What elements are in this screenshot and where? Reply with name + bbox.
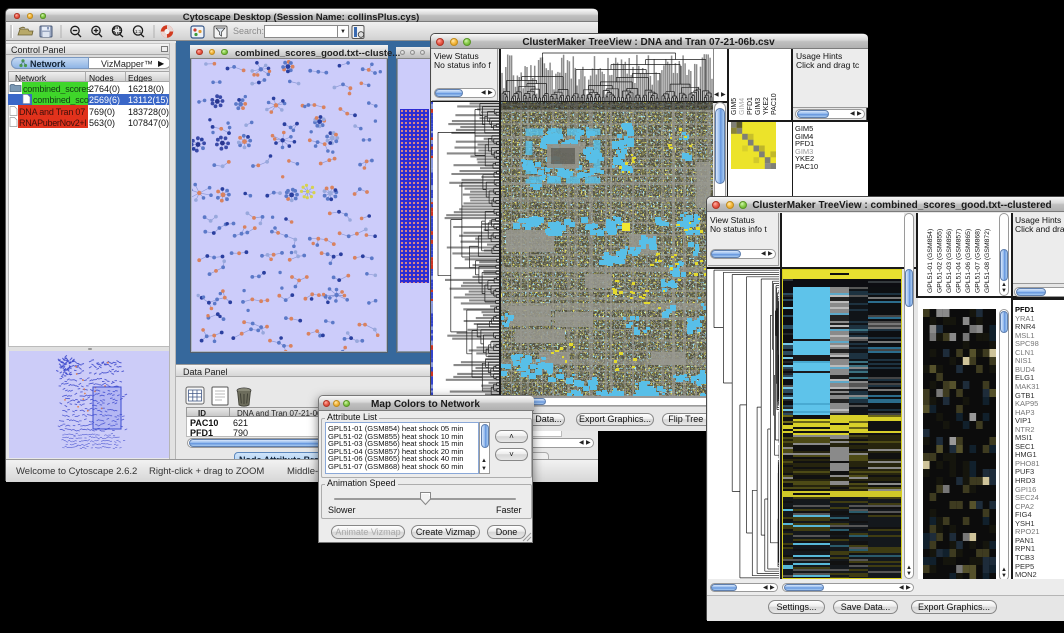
svg-text:GPL51-03 (GSM856): GPL51-03 (GSM856) — [946, 229, 953, 293]
svg-text:GPL51-02 (GSM855): GPL51-02 (GSM855) — [937, 229, 944, 293]
svg-text:PFD1: PFD1 — [747, 97, 754, 115]
svg-text:GPL51-04 (GSM857): GPL51-04 (GSM857) — [956, 229, 963, 293]
svg-text:GIM4: GIM4 — [739, 98, 746, 115]
svg-text:GIM5: GIM5 — [731, 98, 738, 115]
svg-text:GPL51-01 (GSM854): GPL51-01 (GSM854) — [927, 229, 934, 293]
svg-text:YKE2: YKE2 — [763, 97, 770, 115]
svg-text:GPL51-08 (GSM872): GPL51-08 (GSM872) — [984, 229, 991, 293]
svg-text:GPL51-07 (GSM868): GPL51-07 (GSM868) — [975, 229, 982, 293]
svg-text:GIM3: GIM3 — [755, 98, 762, 115]
svg-text:PAC10: PAC10 — [771, 93, 778, 115]
svg-text:1:1: 1:1 — [135, 29, 142, 34]
svg-text:GPL51-06 (GSM865): GPL51-06 (GSM865) — [965, 229, 972, 293]
